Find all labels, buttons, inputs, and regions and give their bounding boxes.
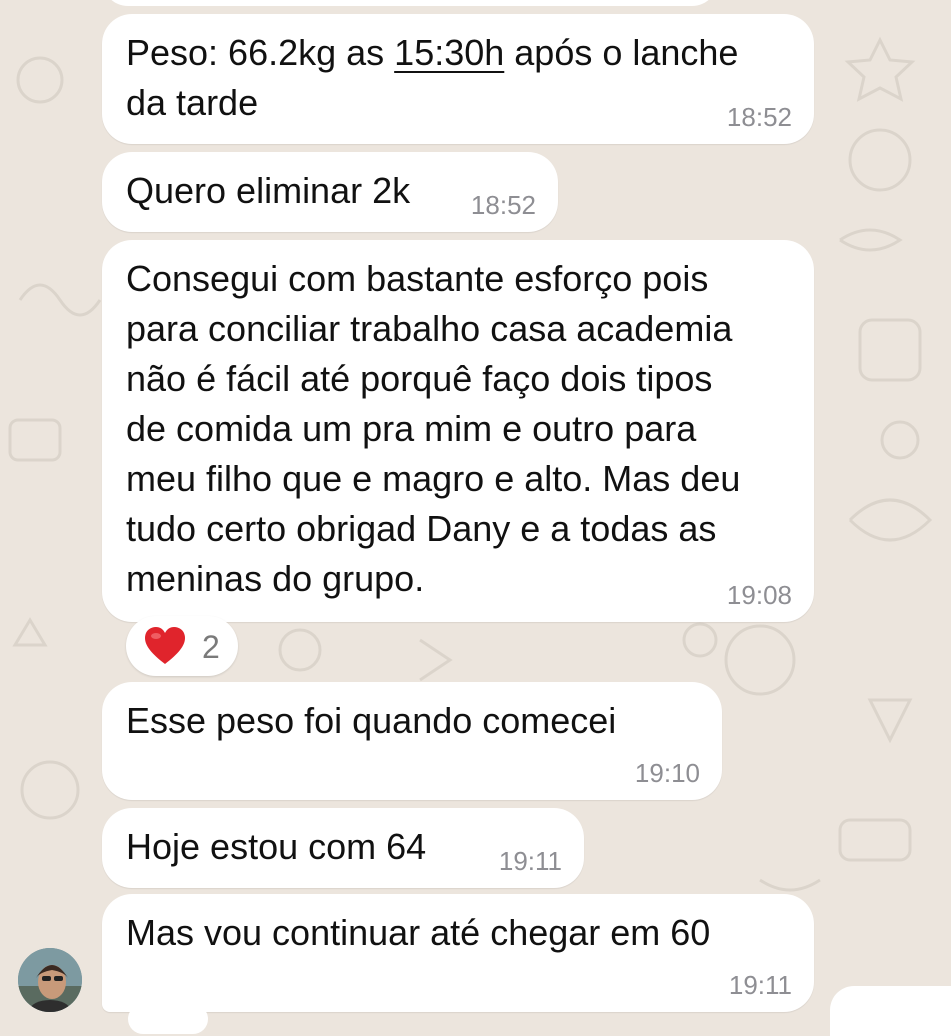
message-bubble[interactable]: Mas vou continuar até chegar em 60 19:11 (102, 894, 814, 1012)
message-text: Esse peso foi quando comecei (126, 700, 617, 741)
message-bubble[interactable]: Hoje estou com 64 19:11 (102, 808, 584, 888)
message-text: Quero eliminar 2k (126, 170, 411, 211)
message-text: Hoje estou com 64 (126, 826, 427, 867)
heart-icon (145, 627, 185, 664)
message-text: Peso: 66.2kg as 15:30h após o lanche da … (126, 32, 739, 123)
reaction-badge[interactable]: 2 (126, 616, 238, 676)
avatar-photo (18, 948, 82, 1012)
message-timestamp: 19:11 (498, 846, 562, 876)
message-timestamp: 18:52 (726, 102, 792, 132)
message-timestamp: 19:11 (728, 970, 792, 1000)
message-text: Mas vou continuar até chegar em 60 (126, 912, 711, 953)
sender-avatar[interactable] (18, 948, 82, 1012)
message-text: Consegui com bastante esforço pois para … (126, 258, 741, 599)
message-bubble[interactable]: Peso: 66.2kg as 15:30h após o lanche da … (102, 14, 814, 144)
message-timestamp: 19:08 (726, 580, 792, 610)
message-bubble[interactable]: Esse peso foi quando comecei 19:10 (102, 682, 722, 800)
message-timestamp: 18:52 (470, 190, 536, 220)
partial-message-bubble-right (830, 986, 951, 1036)
message-timestamp: 19:10 (634, 758, 700, 788)
partial-reaction-badge (128, 1004, 208, 1034)
message-bubble[interactable]: Quero eliminar 2k 18:52 (102, 152, 558, 232)
partial-message-bubble (102, 0, 718, 6)
time-link[interactable]: 15:30h (394, 32, 504, 73)
message-bubble[interactable]: Consegui com bastante esforço pois para … (102, 240, 814, 622)
reaction-count: 2 (202, 629, 220, 665)
